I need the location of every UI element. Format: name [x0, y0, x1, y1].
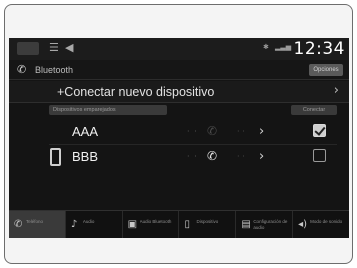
phone-icon: ✆ — [14, 219, 23, 230]
clock: 12:34 — [293, 39, 345, 59]
options-button[interactable]: Opciones — [309, 64, 343, 76]
chevron-right-icon[interactable]: › — [259, 149, 264, 164]
chevron-right-icon[interactable]: › — [259, 124, 264, 139]
bottom-navigation: ✆ Teléfono ♪ Audio ▣ Audio Bluetooth ▯ D… — [9, 210, 349, 238]
device-checkbox[interactable] — [313, 149, 326, 162]
separator-dots: · · — [187, 127, 198, 136]
device-name: AAA — [72, 124, 99, 139]
nav-tab-label: Dispositivo — [196, 219, 219, 224]
device-checkbox[interactable] — [313, 124, 326, 137]
separator-dots: · · — [187, 152, 198, 161]
media-icon: ▣ — [127, 219, 138, 230]
nav-tab-label: Teléfono — [26, 219, 44, 224]
nav-tab-device[interactable]: ▯ Dispositivo — [179, 211, 237, 238]
nav-tab-audio[interactable]: ♪ Audio — [66, 211, 123, 238]
device-row-aaa[interactable]: AAA · · ✆ · · › — [9, 121, 349, 143]
device-name: BBB — [72, 149, 99, 164]
settings-icon: ▤ — [241, 219, 251, 230]
hands-free-icon[interactable]: ✆ — [207, 124, 217, 139]
nav-tab-bluetooth-audio[interactable]: ▣ Audio Bluetooth — [123, 211, 180, 238]
connected-phone-icon — [50, 148, 61, 166]
column-header-devices: Dispositivos emparejados — [49, 105, 167, 115]
menu-icon[interactable]: ☰ — [49, 41, 59, 55]
nav-tab-label: Configuración de audio — [253, 219, 288, 230]
hands-free-icon[interactable]: ✆ — [207, 149, 217, 164]
home-icon[interactable] — [17, 42, 39, 55]
figure-frame: ☰ ◀ ✱ ▂▃▅ 12:34 ✆ Bluetooth Opciones +Co… — [4, 4, 353, 264]
speaker-icon: ◀ — [65, 41, 74, 54]
device-row-bbb[interactable]: BBB · · ✆ · · › — [9, 146, 349, 168]
page-title: Bluetooth — [35, 65, 74, 75]
phone-icon: ✆ — [17, 63, 27, 76]
signal-icon: ▂▃▅ — [275, 44, 292, 51]
separator-dots: · · — [237, 152, 245, 161]
nav-tab-phone[interactable]: ✆ Teléfono — [9, 211, 66, 238]
nav-tab-sound-mode[interactable]: ◂) Modo de sonido — [293, 211, 349, 238]
audio-icon: ♪ — [70, 219, 78, 230]
device-list-header: Dispositivos emparejados Conectar — [49, 105, 337, 116]
nav-tab-label: Audio — [82, 219, 95, 224]
connect-new-device-label: +Conectar nuevo dispositivo — [57, 85, 215, 99]
status-bar: ☰ ◀ ✱ ▂▃▅ 12:34 — [9, 38, 349, 60]
nav-tab-label: Audio Bluetooth — [139, 219, 172, 224]
volume-icon: ◂) — [298, 219, 308, 230]
separator-dots: · · — [237, 127, 245, 136]
chevron-right-icon: › — [333, 83, 339, 98]
bluetooth-status-icon: ✱ — [263, 44, 269, 51]
column-header-connect: Conectar — [291, 105, 337, 115]
connect-new-device-row[interactable]: +Conectar nuevo dispositivo › — [9, 81, 349, 103]
nav-tab-audio-settings[interactable]: ▤ Configuración de audio — [236, 211, 294, 238]
nav-tab-label: Modo de sonido — [310, 219, 343, 224]
row-divider — [49, 144, 337, 145]
device-icon: ▯ — [184, 219, 190, 230]
title-bar: ✆ Bluetooth Opciones — [9, 60, 349, 80]
infotainment-screen: ☰ ◀ ✱ ▂▃▅ 12:34 ✆ Bluetooth Opciones +Co… — [9, 38, 349, 238]
